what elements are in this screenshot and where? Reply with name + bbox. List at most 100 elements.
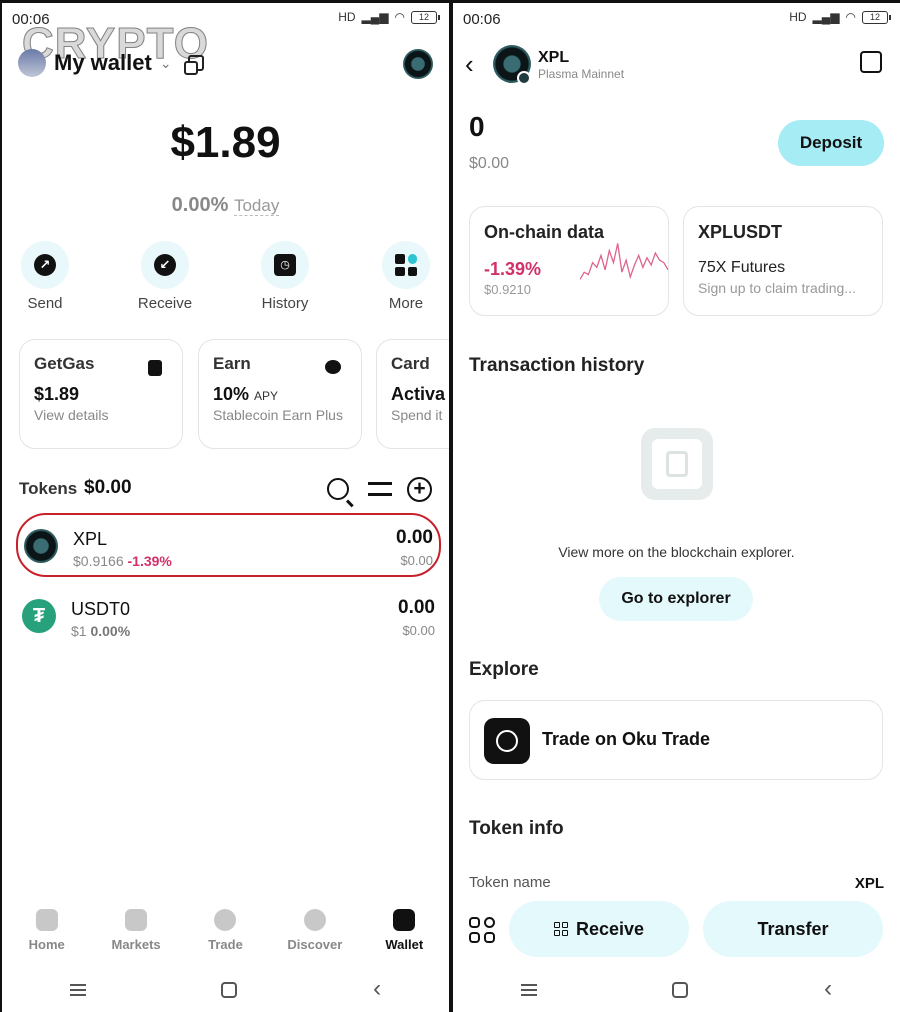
getgas-card[interactable]: GetGas $1.89 View details: [19, 339, 183, 449]
card-card[interactable]: Card Activa Spend it: [376, 339, 449, 449]
token-name: XPL: [73, 529, 108, 549]
token-amount: 0.00: [396, 527, 433, 548]
earn-card[interactable]: Earn 10% APY Stablecoin Earn Plus: [198, 339, 362, 449]
status-icons: HD ▂▄▆ ◠ 12: [338, 10, 440, 24]
signal-icon: ▂▄▆: [361, 10, 389, 24]
home-square-icon[interactable]: [672, 982, 689, 998]
add-token-icon[interactable]: +: [407, 477, 432, 502]
card-subtitle: View details: [34, 407, 109, 423]
wifi-icon: ◠: [394, 10, 405, 24]
oku-trade-card[interactable]: Trade on Oku Trade: [469, 700, 883, 780]
futures-card[interactable]: XPLUSDT 75X Futures Sign up to claim tra…: [683, 206, 883, 316]
explorer-text: View more on the blockchain explorer.: [558, 544, 795, 560]
token-name-value: XPL: [854, 875, 884, 892]
back-icon[interactable]: ‹: [373, 977, 381, 1001]
bottom-nav: Home Markets Trade Discover Wallet: [2, 909, 449, 952]
card-value: 10% APY: [213, 384, 279, 404]
token-amount: 0: [469, 111, 485, 142]
card-value: Activa: [391, 384, 446, 404]
onchain-data-card[interactable]: On-chain data -1.39% $0.9210: [469, 206, 669, 316]
oku-trade-label: Trade on Oku Trade: [542, 729, 711, 749]
qr-code-icon: [553, 922, 568, 936]
menu-icon[interactable]: [520, 984, 537, 996]
transfer-button[interactable]: Transfer: [703, 901, 883, 957]
battery-icon: 12: [411, 10, 440, 24]
card-title: XPLUSDT: [698, 222, 783, 242]
receive-label: Receive: [137, 295, 193, 312]
tokens-label: Tokens: [19, 479, 78, 498]
explore-title: Explore: [469, 659, 539, 680]
token-row-xpl[interactable]: XPL $0.9166 -1.39% 0.00 $0.00: [16, 513, 441, 577]
search-icon[interactable]: [327, 478, 349, 500]
apps-grid-icon: [395, 254, 417, 276]
token-info-title: Token info: [469, 818, 564, 839]
external-link-icon[interactable]: [860, 51, 882, 73]
history-button[interactable]: ◷ History: [240, 241, 330, 312]
token-price: $1 0.00%: [71, 623, 131, 639]
clock-icon: ◷: [274, 254, 296, 276]
trade-icon: [214, 909, 237, 931]
wallet-name: My wallet: [54, 50, 152, 75]
token-usd: $0.00: [400, 553, 433, 568]
status-time: 00:06: [463, 11, 501, 28]
copy-icon[interactable]: [183, 55, 204, 75]
wifi-icon: ◠: [845, 10, 856, 24]
change-period[interactable]: Today: [233, 196, 280, 216]
status-icons: HD ▂▄▆ ◠ 12: [789, 10, 891, 24]
nav-markets[interactable]: Markets: [96, 909, 176, 952]
menu-icon[interactable]: [69, 984, 86, 996]
receive-button[interactable]: ↙ Receive: [120, 241, 210, 312]
network-name: Plasma Mainnet: [538, 67, 625, 81]
nav-home[interactable]: Home: [7, 909, 87, 952]
signal-icon: ▂▄▆: [812, 10, 840, 24]
more-button[interactable]: More: [361, 241, 449, 312]
send-arrow-icon: ↗: [34, 254, 56, 276]
send-label: Send: [27, 295, 63, 312]
back-icon[interactable]: ‹: [824, 977, 832, 1001]
wallet-selector[interactable]: My wallet ⌄: [18, 49, 204, 77]
markets-icon: [125, 909, 148, 931]
token-title: XPL: [538, 49, 570, 66]
network-type: HD: [789, 10, 807, 24]
balance-change: 0.00% Today: [2, 194, 449, 217]
token-row-usdt0[interactable]: ₮ USDT0 $1 0.00% 0.00 $0.00: [16, 585, 441, 649]
go-to-explorer-button[interactable]: Go to explorer: [599, 577, 753, 621]
sparkline-line: [580, 243, 668, 280]
filter-icon[interactable]: [368, 479, 392, 499]
back-arrow-icon[interactable]: ‹: [465, 49, 474, 80]
tokens-total: $0.00: [84, 477, 132, 498]
nav-discover[interactable]: Discover: [275, 909, 355, 952]
wallet-avatar: [18, 49, 46, 77]
battery-icon: 12: [862, 10, 891, 24]
apps-grid-icon[interactable]: [469, 917, 495, 943]
history-label: History: [261, 295, 309, 312]
system-nav: ‹: [453, 977, 900, 1001]
token-price: $0.9166 -1.39%: [73, 553, 172, 569]
more-label: More: [388, 295, 424, 312]
chain-badge-icon: [517, 71, 531, 85]
total-balance: $1.89: [170, 118, 281, 167]
home-square-icon[interactable]: [221, 982, 238, 998]
empty-document-icon: [641, 428, 713, 500]
piggy-bank-icon: [325, 360, 341, 374]
oku-logo-icon: [484, 718, 530, 764]
receive-button[interactable]: Receive: [509, 901, 689, 957]
gas-pump-icon: [148, 360, 162, 376]
network-type: HD: [338, 10, 356, 24]
change-percent: 0.00%: [171, 194, 229, 216]
wallet-screen: 00:06 HD ▂▄▆ ◠ 12 CRYPTO My wallet ⌄ $1.…: [2, 3, 449, 1012]
profile-avatar[interactable]: [403, 49, 433, 79]
send-button[interactable]: ↗ Send: [2, 241, 90, 312]
futures-line1: 75X Futures: [698, 259, 786, 276]
nav-trade[interactable]: Trade: [185, 909, 265, 952]
tether-logo-icon: ₮: [22, 599, 56, 633]
card-subtitle: Stablecoin Earn Plus: [213, 407, 343, 423]
card-title: Card: [391, 354, 430, 373]
receive-arrow-icon: ↙: [154, 254, 176, 276]
deposit-button[interactable]: Deposit: [778, 120, 884, 166]
token-usd: $0.00: [402, 623, 435, 638]
nav-wallet[interactable]: Wallet: [364, 909, 444, 952]
token-amount-usd: $0.00: [469, 155, 510, 172]
wallet-icon: [393, 909, 416, 931]
transaction-history-title: Transaction history: [469, 355, 645, 376]
